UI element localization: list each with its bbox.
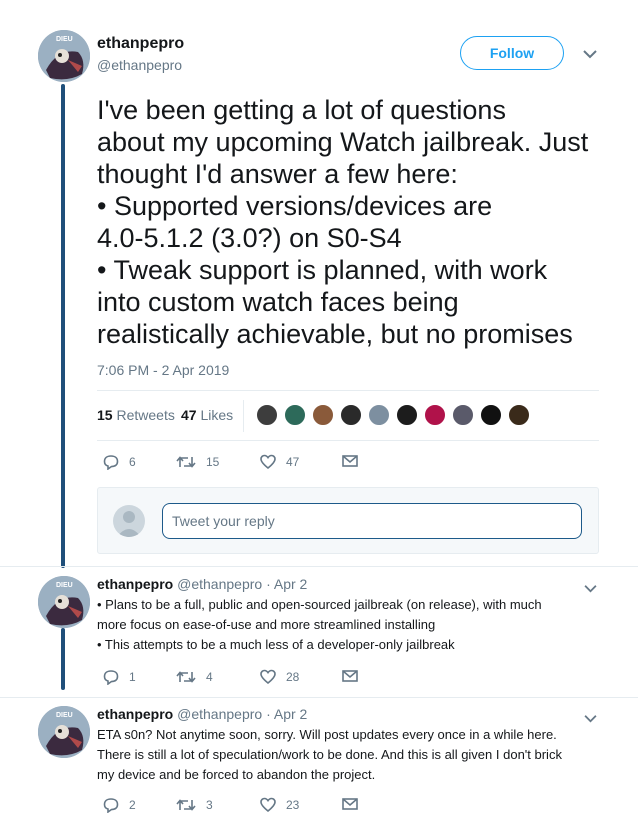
likes-stat[interactable]: 47 Likes (181, 407, 233, 423)
author-avatar[interactable]: DIEU (38, 30, 90, 82)
reply-author-handle[interactable]: @ethanpepro (177, 576, 262, 592)
reply-header: ethanpepro @ethanpepro · Apr 2 (97, 576, 307, 592)
reply-text: ETA s0n? Not anytime soon, sorry. Will p… (97, 727, 562, 782)
heart-icon (260, 797, 276, 813)
more-options-chevron-down-icon[interactable] (583, 46, 597, 64)
retweet-action[interactable]: 15 (176, 454, 219, 470)
reply-author-handle[interactable]: @ethanpepro (177, 706, 262, 722)
liker-avatar[interactable] (284, 404, 306, 426)
retweets-stat[interactable]: 15 Retweets (97, 407, 175, 423)
follow-button-label: Follow (489, 45, 535, 61)
reply-date[interactable]: · Apr 2 (266, 706, 307, 722)
retweet-action[interactable]: 4 (176, 669, 213, 685)
reply-count: 6 (129, 455, 136, 469)
reply-action[interactable]: 1 (103, 669, 136, 685)
liker-avatar[interactable] (424, 404, 446, 426)
follow-button[interactable]: Follow (460, 36, 564, 70)
liker-avatar[interactable] (312, 404, 334, 426)
reply-action[interactable]: 6 (103, 454, 136, 470)
retweet-icon (176, 456, 196, 468)
envelope-icon (342, 798, 358, 810)
reply-count: 2 (129, 798, 136, 812)
direct-message-action[interactable] (342, 669, 368, 683)
avatar-caption: DIEU (56, 712, 73, 719)
liker-avatar[interactable] (368, 404, 390, 426)
author-handle[interactable]: @ethanpepro (97, 57, 182, 73)
reply-count: 1 (129, 670, 136, 684)
liker-avatar[interactable] (452, 404, 474, 426)
retweet-count: 15 (206, 455, 220, 469)
reply-text: • Plans to be a full, public and open-so… (97, 597, 542, 652)
like-action[interactable]: 23 (260, 797, 299, 813)
divider (97, 390, 599, 391)
retweet-icon (176, 799, 196, 811)
liker-avatar[interactable] (480, 404, 502, 426)
reply-author-name[interactable]: ethanpepro (97, 706, 173, 722)
like-count: 23 (286, 798, 300, 812)
reply-icon (103, 670, 119, 685)
tweet-text: I've been getting a lot of questions abo… (97, 95, 589, 349)
envelope-icon (342, 670, 358, 682)
reply-icon (103, 798, 119, 813)
direct-message-action[interactable] (342, 454, 368, 468)
avatar-caption: DIEU (56, 36, 73, 43)
divider (0, 566, 638, 567)
retweet-count: 3 (206, 798, 213, 812)
reply-header: ethanpepro @ethanpepro · Apr 2 (97, 706, 307, 722)
liker-avatar[interactable] (508, 404, 530, 426)
current-user-avatar (113, 505, 145, 537)
direct-message-action[interactable] (342, 797, 368, 811)
reply-author-avatar[interactable]: DIEU (38, 576, 90, 628)
reply-author-avatar[interactable]: DIEU (38, 706, 90, 758)
avatar-caption: DIEU (56, 582, 73, 589)
reply-input[interactable]: Tweet your reply (162, 503, 582, 539)
divider (97, 440, 599, 441)
likes-count: 47 (181, 407, 197, 423)
heart-icon (260, 669, 276, 685)
reply-date[interactable]: · Apr 2 (266, 576, 307, 592)
like-action[interactable]: 28 (260, 669, 299, 685)
retweet-action[interactable]: 3 (176, 797, 213, 813)
retweet-count: 4 (206, 670, 213, 684)
liker-avatar[interactable] (256, 404, 278, 426)
reply-placeholder: Tweet your reply (172, 513, 275, 529)
like-count: 28 (286, 670, 300, 684)
thread-line-2 (61, 628, 65, 690)
like-action[interactable]: 47 (260, 454, 299, 470)
heart-icon (260, 454, 276, 470)
like-count: 47 (286, 455, 300, 469)
thread-line (61, 84, 65, 568)
stats-separator (243, 400, 244, 432)
retweets-label: Retweets (116, 407, 175, 423)
retweets-count: 15 (97, 407, 113, 423)
reply-icon (103, 455, 119, 470)
liker-avatar[interactable] (396, 404, 418, 426)
reply-author-name[interactable]: ethanpepro (97, 576, 173, 592)
likes-label: Likes (200, 407, 234, 423)
tweet-timestamp[interactable]: 7:06 PM - 2 Apr 2019 (97, 362, 229, 378)
liker-avatar[interactable] (340, 404, 362, 426)
envelope-icon (342, 455, 358, 467)
author-name[interactable]: ethanpepro (97, 35, 184, 53)
retweet-icon (176, 671, 196, 683)
reply-action[interactable]: 2 (103, 797, 136, 813)
divider (0, 697, 638, 698)
